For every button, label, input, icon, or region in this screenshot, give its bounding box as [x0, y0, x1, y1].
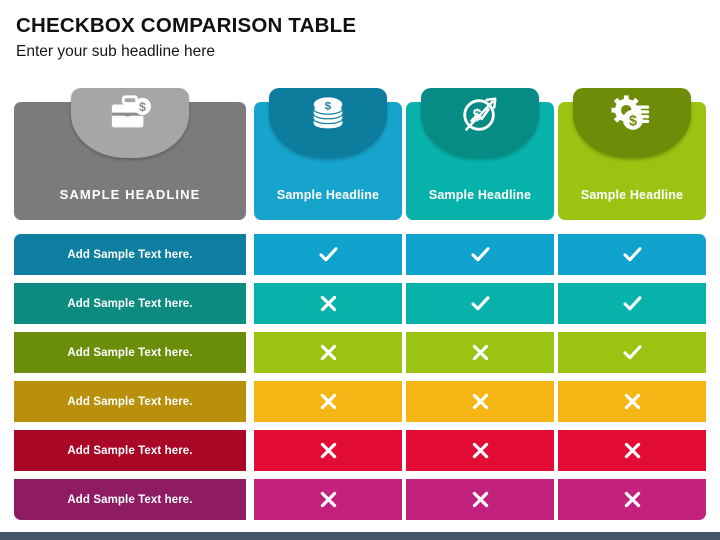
table-column-3: $ Sample Headline [558, 88, 706, 520]
cross-icon [622, 391, 643, 412]
cross-cell[interactable] [406, 430, 554, 471]
row-label-text: Add Sample Text here. [67, 493, 193, 506]
cross-icon [470, 440, 491, 461]
cross-icon [470, 489, 491, 510]
row-label-cell[interactable]: Add Sample Text here. [14, 332, 246, 373]
row-label-text: Add Sample Text here. [67, 346, 193, 359]
page-subtitle: Enter your sub headline here [16, 43, 216, 61]
svg-text:$: $ [139, 100, 146, 114]
check-cell[interactable] [558, 283, 706, 324]
table-column-2: $ Sample Headline [406, 88, 554, 520]
column-header-2[interactable]: $ Sample Headline [406, 88, 554, 220]
cross-cell[interactable] [558, 430, 706, 471]
column-header-3[interactable]: $ Sample Headline [558, 88, 706, 220]
cross-cell[interactable] [254, 283, 402, 324]
cross-cell[interactable] [254, 381, 402, 422]
cross-icon [470, 342, 491, 363]
check-cell[interactable] [406, 283, 554, 324]
cross-cell[interactable] [558, 479, 706, 520]
check-cell[interactable] [558, 332, 706, 373]
row-label-cell[interactable]: Add Sample Text here. [14, 430, 246, 471]
cross-icon [470, 391, 491, 412]
svg-text:$: $ [629, 114, 637, 130]
cross-icon [318, 342, 339, 363]
check-icon [470, 244, 491, 265]
column-header-label-1: Sample Headline [276, 188, 380, 202]
gear-coins-icon: $ [609, 94, 655, 136]
check-icon [622, 342, 643, 363]
check-cell[interactable] [406, 234, 554, 275]
row-label-text: Add Sample Text here. [67, 297, 193, 310]
title-block: CHECKBOX COMPARISON TABLE Enter your sub… [16, 14, 706, 61]
row-label-cell[interactable]: Add Sample Text here. [14, 479, 246, 520]
bottom-accent-bar [0, 532, 720, 540]
cross-cell[interactable] [254, 430, 402, 471]
cross-icon [318, 293, 339, 314]
column-header-label-0: SAMPLE HEADLINE [59, 187, 201, 202]
cross-cell[interactable] [406, 479, 554, 520]
row-label-cell[interactable]: Add Sample Text here. [14, 283, 246, 324]
cross-icon [318, 440, 339, 461]
cross-cell[interactable] [254, 332, 402, 373]
row-label-cell[interactable]: Add Sample Text here. [14, 381, 246, 422]
row-label-text: Add Sample Text here. [67, 395, 193, 408]
cross-cell[interactable] [558, 381, 706, 422]
dollar-coin-growth-icon: $ [457, 94, 503, 136]
column-header-label-2: Sample Headline [428, 188, 532, 202]
page-title: CHECKBOX COMPARISON TABLE [16, 14, 357, 37]
cross-icon [622, 489, 643, 510]
table-column-1: $ Sample Headline [254, 88, 402, 520]
comparison-table: $ SAMPLE HEADLINE Add Sample Text here. Ad… [14, 88, 706, 520]
cross-cell[interactable] [406, 381, 554, 422]
svg-text:$: $ [325, 100, 332, 112]
table-column-0: $ SAMPLE HEADLINE Add Sample Text here. Ad… [14, 88, 246, 520]
check-icon [318, 244, 339, 265]
check-cell[interactable] [558, 234, 706, 275]
check-icon [622, 244, 643, 265]
coin-stack-dollar-icon: $ [305, 94, 351, 136]
row-label-text: Add Sample Text here. [67, 444, 193, 457]
row-label-text: Add Sample Text here. [67, 248, 193, 261]
cross-cell[interactable] [254, 479, 402, 520]
cross-icon [622, 440, 643, 461]
cross-icon [318, 489, 339, 510]
column-header-label-3: Sample Headline [580, 188, 684, 202]
check-icon [622, 293, 643, 314]
check-cell[interactable] [254, 234, 402, 275]
slide-canvas: CHECKBOX COMPARISON TABLE Enter your sub… [0, 0, 720, 540]
cross-icon [318, 391, 339, 412]
briefcase-dollar-icon: $ [107, 94, 153, 136]
check-icon [470, 293, 491, 314]
row-label-cell[interactable]: Add Sample Text here. [14, 234, 246, 275]
column-header-0[interactable]: $ SAMPLE HEADLINE [14, 88, 246, 220]
column-header-1[interactable]: $ Sample Headline [254, 88, 402, 220]
cross-cell[interactable] [406, 332, 554, 373]
